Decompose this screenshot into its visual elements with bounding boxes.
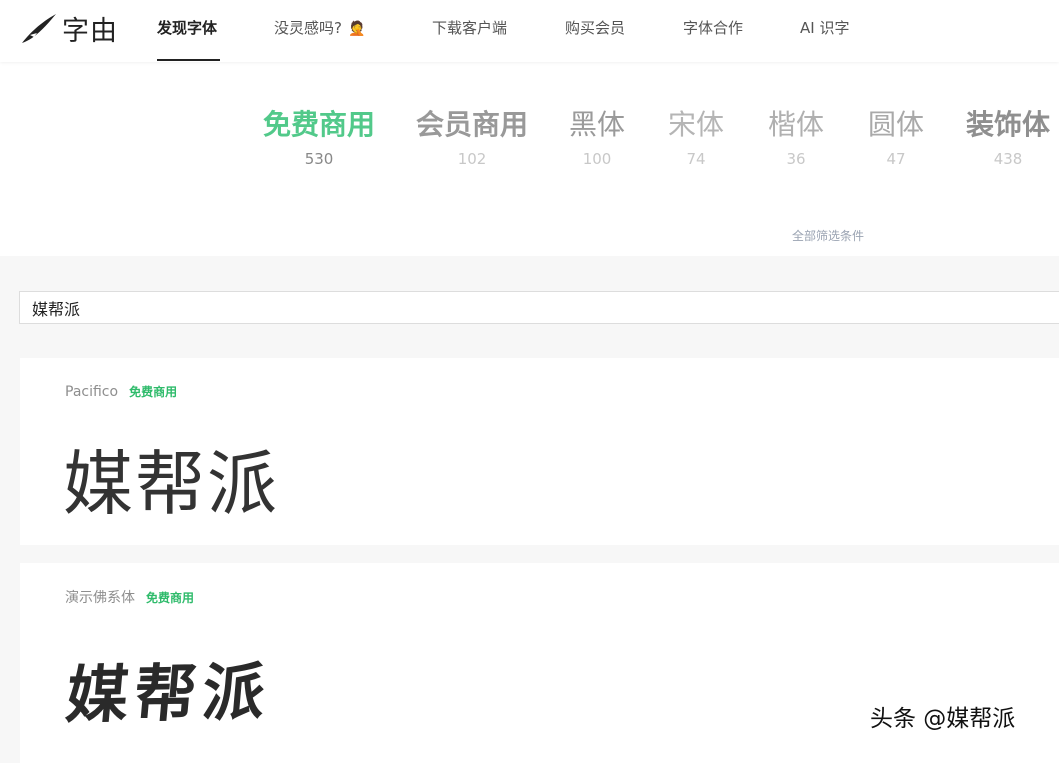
category-label: 免费商用 xyxy=(263,108,376,141)
nav-inspiration[interactable]: 没灵感吗? 🤦 xyxy=(274,17,365,38)
category-panel: 免费商用 530 会员商用 102 黑体 100 宋体 74 楷体 36 圆体 … xyxy=(0,62,1059,256)
watermark-text: 头条 @媒帮派 xyxy=(870,706,1016,732)
category-label: 黑体 xyxy=(569,108,626,141)
feather-brush-icon xyxy=(22,14,56,43)
site-logo[interactable]: 字由 xyxy=(20,8,118,48)
font-sample-text: 媒帮派 xyxy=(63,443,279,525)
category-hei[interactable]: 黑体 100 xyxy=(569,106,625,168)
category-label: 会员商用 xyxy=(416,108,529,141)
category-kai[interactable]: 楷体 36 xyxy=(768,106,824,168)
category-song[interactable]: 宋体 74 xyxy=(668,106,724,168)
nav-buy-membership[interactable]: 购买会员 xyxy=(565,17,625,38)
category-count: 102 xyxy=(457,150,487,168)
nav-inspiration-label: 没灵感吗? xyxy=(274,19,342,37)
category-count: 530 xyxy=(304,150,334,168)
nav-discover-fonts[interactable]: 发现字体 xyxy=(157,17,217,38)
category-round[interactable]: 圆体 47 xyxy=(868,106,924,168)
font-sample-text: 媒帮派 xyxy=(63,655,274,732)
active-tab-indicator xyxy=(157,59,220,61)
category-decorative[interactable]: 装饰体 438 xyxy=(966,106,1050,168)
category-label: 装饰体 xyxy=(966,108,1051,141)
category-count: 438 xyxy=(993,150,1023,168)
font-preview-input[interactable] xyxy=(19,291,1059,324)
license-badge: 免费商用 xyxy=(129,385,178,399)
category-label: 楷体 xyxy=(768,108,825,141)
font-name[interactable]: 演示佛系体 xyxy=(65,587,135,607)
font-card[interactable]: Pacifico 免费商用 媒帮派 xyxy=(20,358,1059,545)
category-label: 宋体 xyxy=(668,108,725,141)
nav-download-client[interactable]: 下载客户端 xyxy=(432,17,507,38)
nav-ai-recognition[interactable]: AI 识字 xyxy=(800,17,849,38)
thinking-person-emoji-icon: 🤦 xyxy=(347,21,366,37)
license-badge: 免费商用 xyxy=(146,591,195,605)
category-member-commercial[interactable]: 会员商用 102 xyxy=(416,106,528,168)
category-count: 100 xyxy=(582,150,612,168)
category-count: 47 xyxy=(886,150,906,168)
font-card[interactable]: 演示佛系体 免费商用 媒帮派 xyxy=(20,563,1059,763)
all-filter-conditions-link[interactable]: 全部筛选条件 xyxy=(792,227,864,244)
category-label: 圆体 xyxy=(868,108,925,141)
font-card-header: Pacifico 免费商用 xyxy=(65,383,177,400)
category-count: 36 xyxy=(786,150,806,168)
font-name[interactable]: Pacifico xyxy=(65,384,118,400)
logo-text: 字由 xyxy=(62,15,118,47)
nav-font-cooperation[interactable]: 字体合作 xyxy=(683,17,743,38)
category-count: 74 xyxy=(686,150,706,168)
font-card-header: 演示佛系体 免费商用 xyxy=(65,587,194,607)
top-navigation-bar: 字由 发现字体 没灵感吗? 🤦 下载客户端 购买会员 字体合作 AI 识字 xyxy=(0,0,1059,62)
category-free-commercial[interactable]: 免费商用 530 xyxy=(263,106,375,168)
